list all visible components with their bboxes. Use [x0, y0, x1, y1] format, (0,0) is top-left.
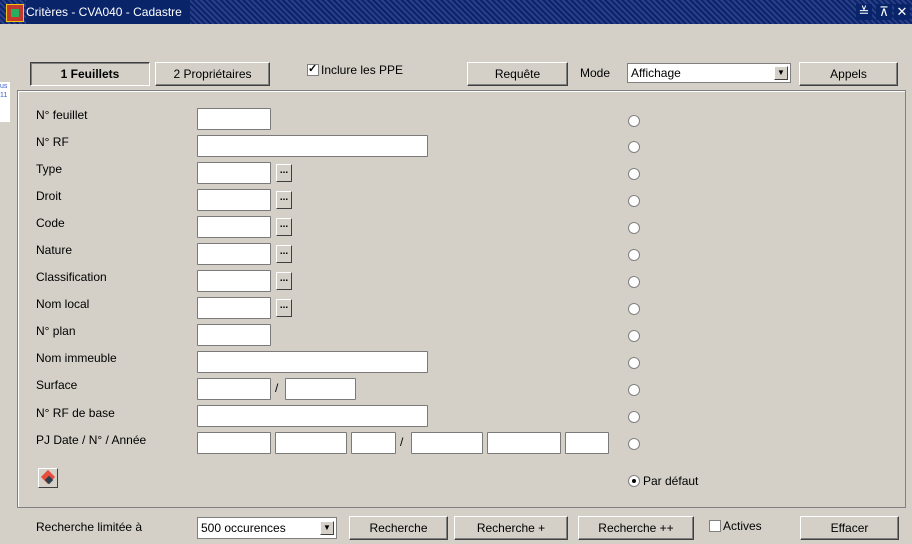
- sort-radio-droit[interactable]: [628, 195, 640, 207]
- recherche-plus-button[interactable]: Recherche +: [454, 516, 568, 540]
- type-lov-button[interactable]: ...: [276, 164, 292, 182]
- sort-radio-rf[interactable]: [628, 141, 640, 153]
- field-label-surface: Surface: [36, 378, 78, 392]
- eraser-icon[interactable]: [38, 468, 58, 488]
- sort-radio-plan[interactable]: [628, 330, 640, 342]
- sort-radio-code[interactable]: [628, 222, 640, 234]
- par-defaut-label: Par défaut: [643, 474, 699, 488]
- code-input[interactable]: [197, 216, 271, 238]
- recherche-plusplus-button[interactable]: Recherche ++: [578, 516, 694, 540]
- sort-radio-rf-base[interactable]: [628, 411, 640, 423]
- pj-date-to-input[interactable]: [411, 432, 483, 454]
- close-icon[interactable]: ✕: [894, 4, 910, 20]
- requete-button[interactable]: Requête: [467, 62, 568, 86]
- limit-label: Recherche limitée à: [36, 520, 143, 534]
- minimize-icon[interactable]: ≚: [856, 4, 872, 20]
- feuillet-input[interactable]: [197, 108, 271, 130]
- actives-checkbox[interactable]: [709, 520, 721, 532]
- pj-date-from-input[interactable]: [197, 432, 271, 454]
- effacer-button[interactable]: Effacer: [800, 516, 899, 540]
- pj-number-to-input[interactable]: [487, 432, 561, 454]
- actives-label: Actives: [723, 519, 762, 533]
- field-label-nom-immeuble: Nom immeuble: [36, 351, 117, 365]
- window-title: Critères - CVA040 - Cadastre: [26, 0, 190, 24]
- sort-radio-nom-local[interactable]: [628, 303, 640, 315]
- mode-select[interactable]: Affichage ▼: [627, 63, 791, 83]
- maximize-icon[interactable]: ⊼: [876, 4, 892, 20]
- chevron-down-icon[interactable]: ▼: [774, 66, 788, 80]
- nature-input[interactable]: [197, 243, 271, 265]
- pj-year-from-input[interactable]: [351, 432, 396, 454]
- type-input[interactable]: [197, 162, 271, 184]
- field-label-rf-base: N° RF de base: [36, 406, 115, 420]
- droit-input[interactable]: [197, 189, 271, 211]
- field-label-feuillet: N° feuillet: [36, 108, 88, 122]
- mode-select-value: Affichage: [631, 66, 681, 80]
- field-label-type: Type: [36, 162, 63, 176]
- field-label-plan: N° plan: [36, 324, 76, 338]
- title-bar[interactable]: Critères - CVA040 - Cadastre ≚ ⊼ ✕: [0, 0, 912, 24]
- field-label-nom-local: Nom local: [36, 297, 90, 311]
- pj-separator: /: [400, 435, 404, 449]
- classification-lov-button[interactable]: ...: [276, 272, 292, 290]
- surface-separator: /: [275, 381, 279, 395]
- code-lov-button[interactable]: ...: [276, 218, 292, 236]
- sort-radio-pj[interactable]: [628, 438, 640, 450]
- app-icon: [6, 4, 24, 22]
- include-ppe-checkbox[interactable]: [307, 62, 319, 76]
- nom-immeuble-input[interactable]: [197, 351, 428, 373]
- form-window: us 11 1 Feuillets 2 Propriétaires Inclur…: [0, 24, 912, 544]
- chevron-down-icon[interactable]: ▼: [320, 521, 334, 535]
- recherche-button[interactable]: Recherche: [349, 516, 448, 540]
- field-label-rf: N° RF: [36, 135, 69, 149]
- surface-min-input[interactable]: [197, 378, 271, 400]
- background-window-edge: us 11: [0, 82, 10, 122]
- surface-max-input[interactable]: [285, 378, 356, 400]
- rf-input[interactable]: [197, 135, 428, 157]
- field-label-classification: Classification: [36, 270, 107, 284]
- include-ppe-label: Inclure les PPE: [321, 63, 404, 77]
- sort-radio-surface[interactable]: [628, 384, 640, 396]
- tab-proprietaires[interactable]: 2 Propriétaires: [155, 62, 270, 86]
- sort-radio-classification[interactable]: [628, 276, 640, 288]
- rf-base-input[interactable]: [197, 405, 428, 427]
- pj-year-to-input[interactable]: [565, 432, 609, 454]
- limit-select[interactable]: 500 occurences ▼: [197, 517, 337, 539]
- nom-local-input[interactable]: [197, 297, 271, 319]
- mode-label: Mode: [580, 66, 611, 80]
- field-label-droit: Droit: [36, 189, 62, 203]
- plan-input[interactable]: [197, 324, 271, 346]
- sort-radio-nature[interactable]: [628, 249, 640, 261]
- sort-radio-nom-immeuble[interactable]: [628, 357, 640, 369]
- limit-select-value: 500 occurences: [201, 521, 286, 535]
- sort-radio-default[interactable]: [628, 475, 640, 487]
- sort-radio-type[interactable]: [628, 168, 640, 180]
- field-label-pj: PJ Date / N° / Année: [36, 433, 147, 447]
- field-label-code: Code: [36, 216, 65, 230]
- droit-lov-button[interactable]: ...: [276, 191, 292, 209]
- nature-lov-button[interactable]: ...: [276, 245, 292, 263]
- sort-radio-feuillet[interactable]: [628, 115, 640, 127]
- appels-button[interactable]: Appels: [799, 62, 898, 86]
- tab-feuillets[interactable]: 1 Feuillets: [30, 62, 150, 86]
- classification-input[interactable]: [197, 270, 271, 292]
- field-label-nature: Nature: [36, 243, 73, 257]
- nom-local-lov-button[interactable]: ...: [276, 299, 292, 317]
- pj-number-from-input[interactable]: [275, 432, 347, 454]
